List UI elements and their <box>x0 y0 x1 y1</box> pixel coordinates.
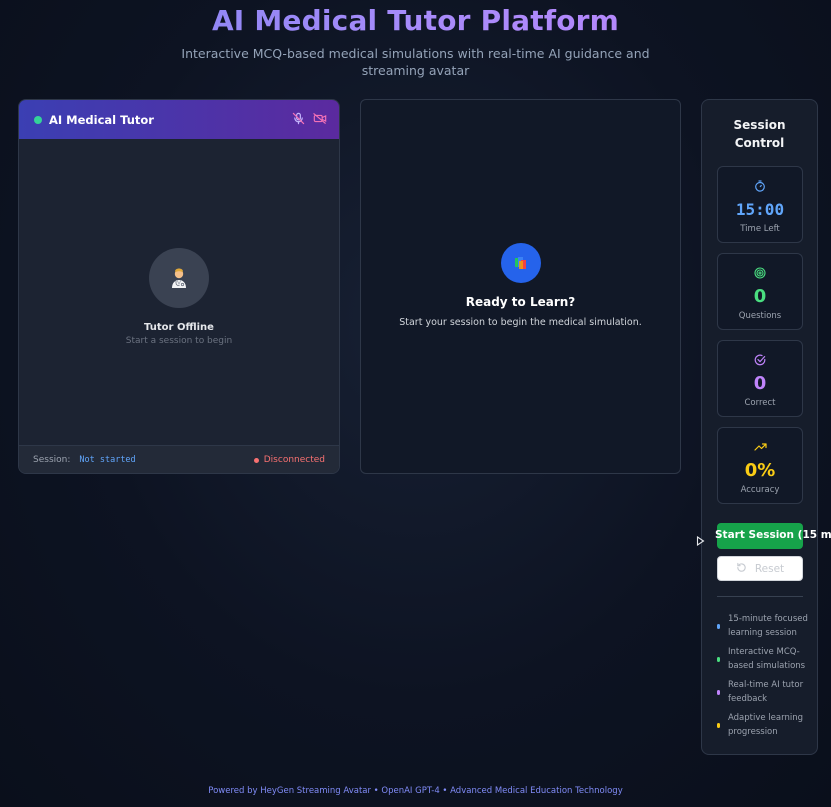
questions-label: Questions <box>738 311 782 321</box>
feature-item: 15-minute focused learning session <box>717 612 809 640</box>
check-circle-icon <box>754 351 766 370</box>
feature-bullet <box>717 689 720 695</box>
tutor-footer: Session: Not started Disconnected <box>19 445 339 473</box>
correct-stat: 0 Correct <box>717 340 803 417</box>
feature-item: Interactive MCQ-based simulations <box>717 645 809 673</box>
status-dot <box>34 115 42 124</box>
feature-list: 15-minute focused learning session Inter… <box>717 612 809 744</box>
accuracy-stat: 0% Accuracy <box>717 427 803 504</box>
feature-bullet <box>717 623 720 629</box>
reset-icon <box>736 562 747 576</box>
tutor-panel: AI Medical Tutor Tutor Offline Start a s… <box>18 99 340 474</box>
simulation-panel: Ready to Learn? Start your session to be… <box>360 99 681 474</box>
ready-title: Ready to Learn? <box>465 295 576 309</box>
page-subtitle: Interactive MCQ-based medical simulation… <box>181 46 650 78</box>
target-icon <box>754 264 766 283</box>
time-left-label: Time Left <box>740 224 780 234</box>
ready-subtitle: Start your session to begin the medical … <box>399 317 642 328</box>
questions-stat: 0 Questions <box>717 253 803 330</box>
page-title: AI Medical Tutor Platform <box>0 3 831 39</box>
tutor-header: AI Medical Tutor <box>19 100 339 139</box>
doctor-icon <box>149 248 209 308</box>
tutor-video-area: Tutor Offline Start a session to begin <box>19 139 339 445</box>
disconnected-dot <box>253 457 259 463</box>
feature-item: Adaptive learning progression <box>717 711 809 739</box>
trend-up-icon <box>753 438 767 457</box>
connection-status: Disconnected <box>253 455 325 465</box>
start-session-label: Start Session (15 min) <box>715 529 831 541</box>
divider <box>717 596 803 597</box>
time-left-value: 15:00 <box>735 200 785 219</box>
feature-text: Real-time AI tutor feedback <box>728 680 804 704</box>
tutor-status-title: Tutor Offline <box>144 322 214 333</box>
page-footer: Powered by HeyGen Streaming Avatar • Ope… <box>208 786 623 796</box>
session-value: Not started <box>79 455 136 465</box>
time-left-stat: 15:00 Time Left <box>717 166 803 243</box>
tutor-name: AI Medical Tutor <box>49 112 154 127</box>
mic-off-icon[interactable] <box>292 112 305 125</box>
accuracy-value: 0% <box>744 460 776 481</box>
page-header: AI Medical Tutor Platform Interactive MC… <box>0 0 831 79</box>
feature-bullet <box>717 656 720 662</box>
correct-label: Correct <box>744 398 776 408</box>
accuracy-label: Accuracy <box>740 485 780 495</box>
reset-button[interactable]: Reset <box>717 556 803 581</box>
feature-bullet <box>717 722 720 728</box>
tutor-status-subtitle: Start a session to begin <box>125 336 233 346</box>
feature-item: Real-time AI tutor feedback <box>717 678 809 706</box>
session-control-panel: Session Control 15:00 Time Left 0 Questio… <box>696 99 831 755</box>
reset-label: Reset <box>754 562 785 575</box>
start-session-button[interactable]: Start Session (15 min) <box>715 523 831 549</box>
play-icon <box>696 531 705 550</box>
correct-value: 0 <box>753 373 767 394</box>
session-control-title: Session Control <box>733 118 786 150</box>
books-icon <box>500 243 541 283</box>
feature-text: Interactive MCQ-based simulations <box>728 647 806 671</box>
timer-icon <box>754 177 766 196</box>
feature-text: 15-minute focused learning session <box>728 614 808 638</box>
feature-text: Adaptive learning progression <box>728 713 803 737</box>
connection-status-label: Disconnected <box>263 455 325 465</box>
session-label: Session: <box>33 455 71 465</box>
questions-value: 0 <box>753 286 767 307</box>
video-off-icon[interactable] <box>313 112 327 125</box>
